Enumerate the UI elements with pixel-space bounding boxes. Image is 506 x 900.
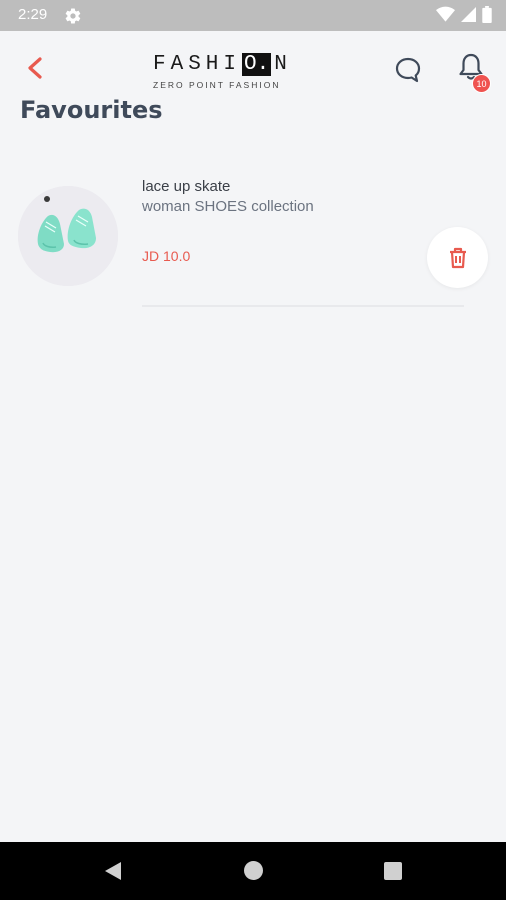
trash-icon [449, 247, 466, 268]
notifications-button[interactable]: 10 [455, 51, 495, 93]
back-arrow-icon[interactable] [22, 53, 48, 83]
logo-text-b: N [274, 52, 292, 76]
settings-gear-icon [65, 8, 81, 24]
brand-logo: FASHI O. N ZERO POINT FASHION [153, 51, 293, 95]
delete-favourite-button[interactable] [427, 227, 488, 288]
logo-text-a: FASHI [153, 52, 242, 76]
logo-wordmark: FASHI O. N [153, 51, 293, 77]
product-collection: woman SHOES collection [142, 198, 314, 215]
sneakers-image [18, 186, 118, 286]
system-navigation-bar [0, 842, 506, 900]
page-title: Favourites [20, 96, 163, 124]
product-name[interactable]: lace up skate [142, 178, 230, 195]
nav-home-icon[interactable] [244, 861, 263, 880]
status-icons [436, 6, 492, 23]
favourite-list-item[interactable]: lace up skate woman SHOES collection JD … [0, 170, 506, 315]
status-bar: 2:29 [0, 0, 506, 31]
notification-count-badge: 10 [472, 74, 491, 93]
wifi-icon [436, 6, 455, 22]
nav-recents-icon[interactable] [384, 862, 402, 880]
nav-back-icon[interactable] [104, 861, 122, 881]
app-header: FASHI O. N ZERO POINT FASHION 10 [0, 31, 506, 101]
product-price: JD 10.0 [142, 248, 191, 264]
battery-icon [482, 6, 492, 23]
signal-icon [461, 7, 476, 22]
status-time: 2:29 [18, 6, 48, 23]
logo-text-box: O. [242, 52, 272, 76]
logo-subtitle: ZERO POINT FASHION [153, 80, 281, 90]
item-divider [142, 305, 464, 307]
chat-bubble-icon[interactable] [393, 55, 423, 85]
product-image[interactable] [18, 186, 118, 286]
